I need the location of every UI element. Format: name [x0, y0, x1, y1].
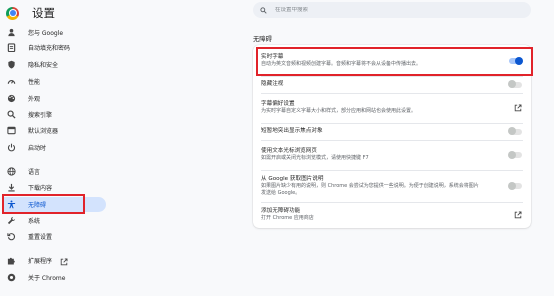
- setting-title: 从 Google 获取图片说明: [261, 176, 324, 182]
- globe-icon: [6, 167, 16, 177]
- search-icon: [260, 6, 267, 14]
- sidebar-item-downloads[interactable]: 下载内容: [2, 180, 106, 195]
- settings-card: 实时字幕 自动为英文音频和视频创建字幕。音频和字幕将不会从设备中传播出去。 隐藏…: [253, 45, 531, 228]
- setting-title: 隐藏注视: [261, 81, 284, 87]
- sidebar-item-label: 自动填充和密码: [28, 45, 71, 52]
- setting-desc: 自动为英文音频和视频创建字幕。音频和字幕将不会从设备中传播出去。: [261, 61, 422, 68]
- sidebar-item-autofill[interactable]: 自动填充和密码: [2, 40, 106, 55]
- sidebar-item-label: 下载内容: [28, 185, 53, 192]
- sidebar-item-search-engine[interactable]: 搜索引擎: [2, 107, 106, 122]
- sidebar-item-label: 重置设置: [28, 234, 53, 241]
- sidebar-item-languages[interactable]: 语言: [2, 164, 106, 179]
- sidebar-item-label: 关于 Chrome: [28, 275, 66, 282]
- search-input[interactable]: [275, 7, 515, 13]
- accessibility-icon: [6, 200, 16, 210]
- sidebar-item-label: 隐私和安全: [28, 62, 59, 69]
- setting-row-image-descriptions[interactable]: 从 Google 获取图片说明 如果图片缺少有用的说明，则 Chrome 会尝试…: [253, 171, 531, 201]
- sidebar-item-label: 扩展程序: [28, 258, 53, 265]
- sidebar-item-appearance[interactable]: 外观: [2, 91, 106, 106]
- reset-icon: [6, 232, 16, 242]
- setting-desc: 如果图片缺少有用的说明，则 Chrome 会尝试为您提供一些说明。为便于创建说明…: [261, 183, 479, 196]
- sidebar-item-performance[interactable]: 性能: [2, 74, 106, 89]
- sidebar-item-label: 启动时: [28, 145, 47, 152]
- palette-icon: [6, 94, 16, 104]
- brand: 设置: [6, 5, 55, 21]
- sidebar-item-on-startup[interactable]: 启动时: [2, 140, 106, 155]
- search-icon: [6, 110, 16, 120]
- setting-row-caret-browsing[interactable]: 使用文本光标浏览网页 如需开启或关闭光标浏览模式，请使用快捷键 F7: [253, 141, 531, 169]
- sidebar-item-label: 性能: [28, 79, 41, 86]
- setting-row-add-accessibility-features[interactable]: 添加无障碍功能 打开 Chrome 应用商店: [253, 203, 531, 227]
- setting-row-focus-highlight[interactable]: 短暂地突出显示焦点对象: [253, 124, 531, 139]
- browser-icon: [6, 126, 16, 136]
- open-in-new-icon[interactable]: [514, 104, 522, 112]
- wrench-icon: [6, 216, 16, 226]
- setting-title: 短暂地突出显示焦点对象: [261, 128, 323, 134]
- sidebar-item-label: 系统: [28, 218, 41, 225]
- sidebar-item-reset-settings[interactable]: 重置设置: [2, 229, 106, 244]
- chrome-logo-icon: [6, 6, 19, 20]
- sidebar-item-label: 默认浏览器: [28, 128, 59, 135]
- sidebar-item-you-and-google[interactable]: 您与 Google: [2, 25, 106, 40]
- shield-icon: [6, 60, 16, 70]
- clipboard-icon: [6, 43, 16, 53]
- focus-highlight-toggle[interactable]: [508, 127, 522, 135]
- sidebar-item-privacy[interactable]: 隐私和安全: [2, 57, 106, 72]
- sidebar-item-label: 您与 Google: [28, 30, 64, 37]
- setting-row-live-caption[interactable]: 实时字幕 自动为英文音频和视频创建字幕。音频和字幕将不会从设备中传播出去。: [253, 47, 531, 75]
- sidebar-item-accessibility[interactable]: 无障碍: [2, 197, 106, 212]
- setting-row-hide-annotations[interactable]: 隐藏注视: [253, 77, 531, 92]
- power-icon: [6, 143, 16, 153]
- sidebar-item-label: 无障碍: [28, 202, 47, 209]
- hide-annotations-toggle[interactable]: [508, 80, 522, 88]
- section-title: 无障碍: [253, 36, 272, 43]
- sidebar-item-about-chrome[interactable]: 关于 Chrome: [2, 270, 106, 285]
- sidebar-item-label: 外观: [28, 96, 41, 103]
- open-in-new-icon: [60, 251, 68, 270]
- person-icon: [6, 28, 16, 38]
- setting-desc: 为实时字幕自定义字幕大小和样式，部分应用和网站也会使用此设置。: [261, 108, 417, 115]
- sidebar: 设置 您与 Google 自动填充和密码 隐私和安全 性能 外观 搜索引擎 默认…: [0, 0, 112, 296]
- open-in-new-icon[interactable]: [514, 211, 522, 219]
- live-caption-toggle[interactable]: [509, 56, 523, 65]
- setting-desc: 打开 Chrome 应用商店: [261, 215, 314, 222]
- sidebar-item-label: 语言: [28, 169, 41, 176]
- download-icon: [6, 183, 16, 193]
- image-descriptions-toggle[interactable]: [508, 181, 522, 190]
- chrome-icon: [6, 273, 16, 283]
- setting-desc: 如需开启或关闭光标浏览模式，请使用快捷键 F7: [261, 155, 369, 162]
- puzzle-icon: [6, 256, 16, 266]
- app-title: 设置: [32, 6, 55, 20]
- sidebar-item-label: 搜索引擎: [28, 112, 53, 119]
- sidebar-item-default-browser[interactable]: 默认浏览器: [2, 123, 106, 138]
- caret-browsing-toggle[interactable]: [508, 150, 522, 159]
- speedometer-icon: [6, 77, 16, 87]
- setting-row-caption-preferences[interactable]: 字幕偏好设置 为实时字幕自定义字幕大小和样式，部分应用和网站也会使用此设置。: [253, 94, 531, 122]
- sidebar-item-extensions[interactable]: 扩展程序: [2, 253, 106, 268]
- search-bar[interactable]: [253, 2, 531, 18]
- sidebar-item-system[interactable]: 系统: [2, 213, 106, 228]
